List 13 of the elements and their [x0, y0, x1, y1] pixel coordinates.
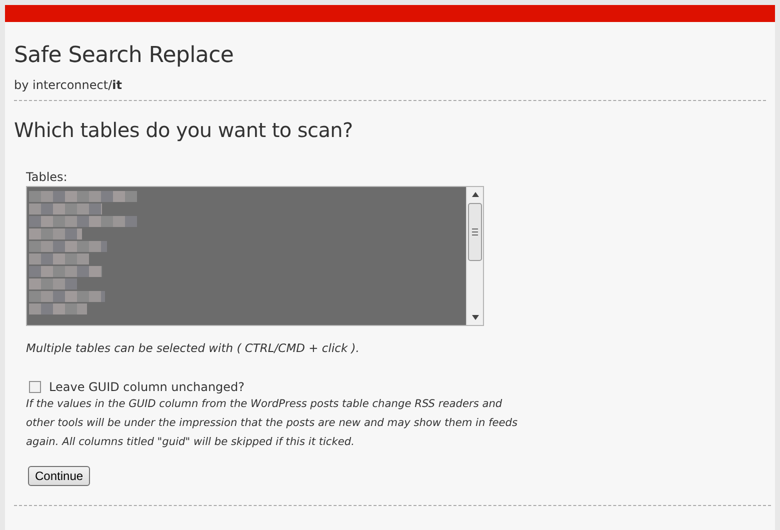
continue-button[interactable]: Continue — [28, 466, 90, 486]
guid-checkbox[interactable] — [29, 381, 41, 393]
section-heading: Which tables do you want to scan? — [14, 118, 353, 142]
scroll-down-icon[interactable] — [472, 315, 478, 320]
tables-list[interactable] — [26, 186, 484, 326]
scrollbar-thumb[interactable] — [468, 203, 482, 261]
app-title: Safe Search Replace — [14, 43, 234, 68]
guid-help-text: If the values in the GUID column from the WordPress posts table change RSS readers and other tools will be under the impression that the posts are new and may show them in feeds again. All columns titled "guid" will be skipped if this it ticked. — [26, 397, 519, 450]
guid-option-label: Leave GUID column unchanged? — [49, 380, 245, 394]
tables-label: Tables: — [26, 170, 68, 184]
scroll-up-icon[interactable] — [472, 192, 478, 197]
tables-hint: Multiple tables can be selected with ( CTRL/CMD + click ). — [26, 341, 360, 355]
byline: by interconnect/it — [14, 78, 122, 92]
